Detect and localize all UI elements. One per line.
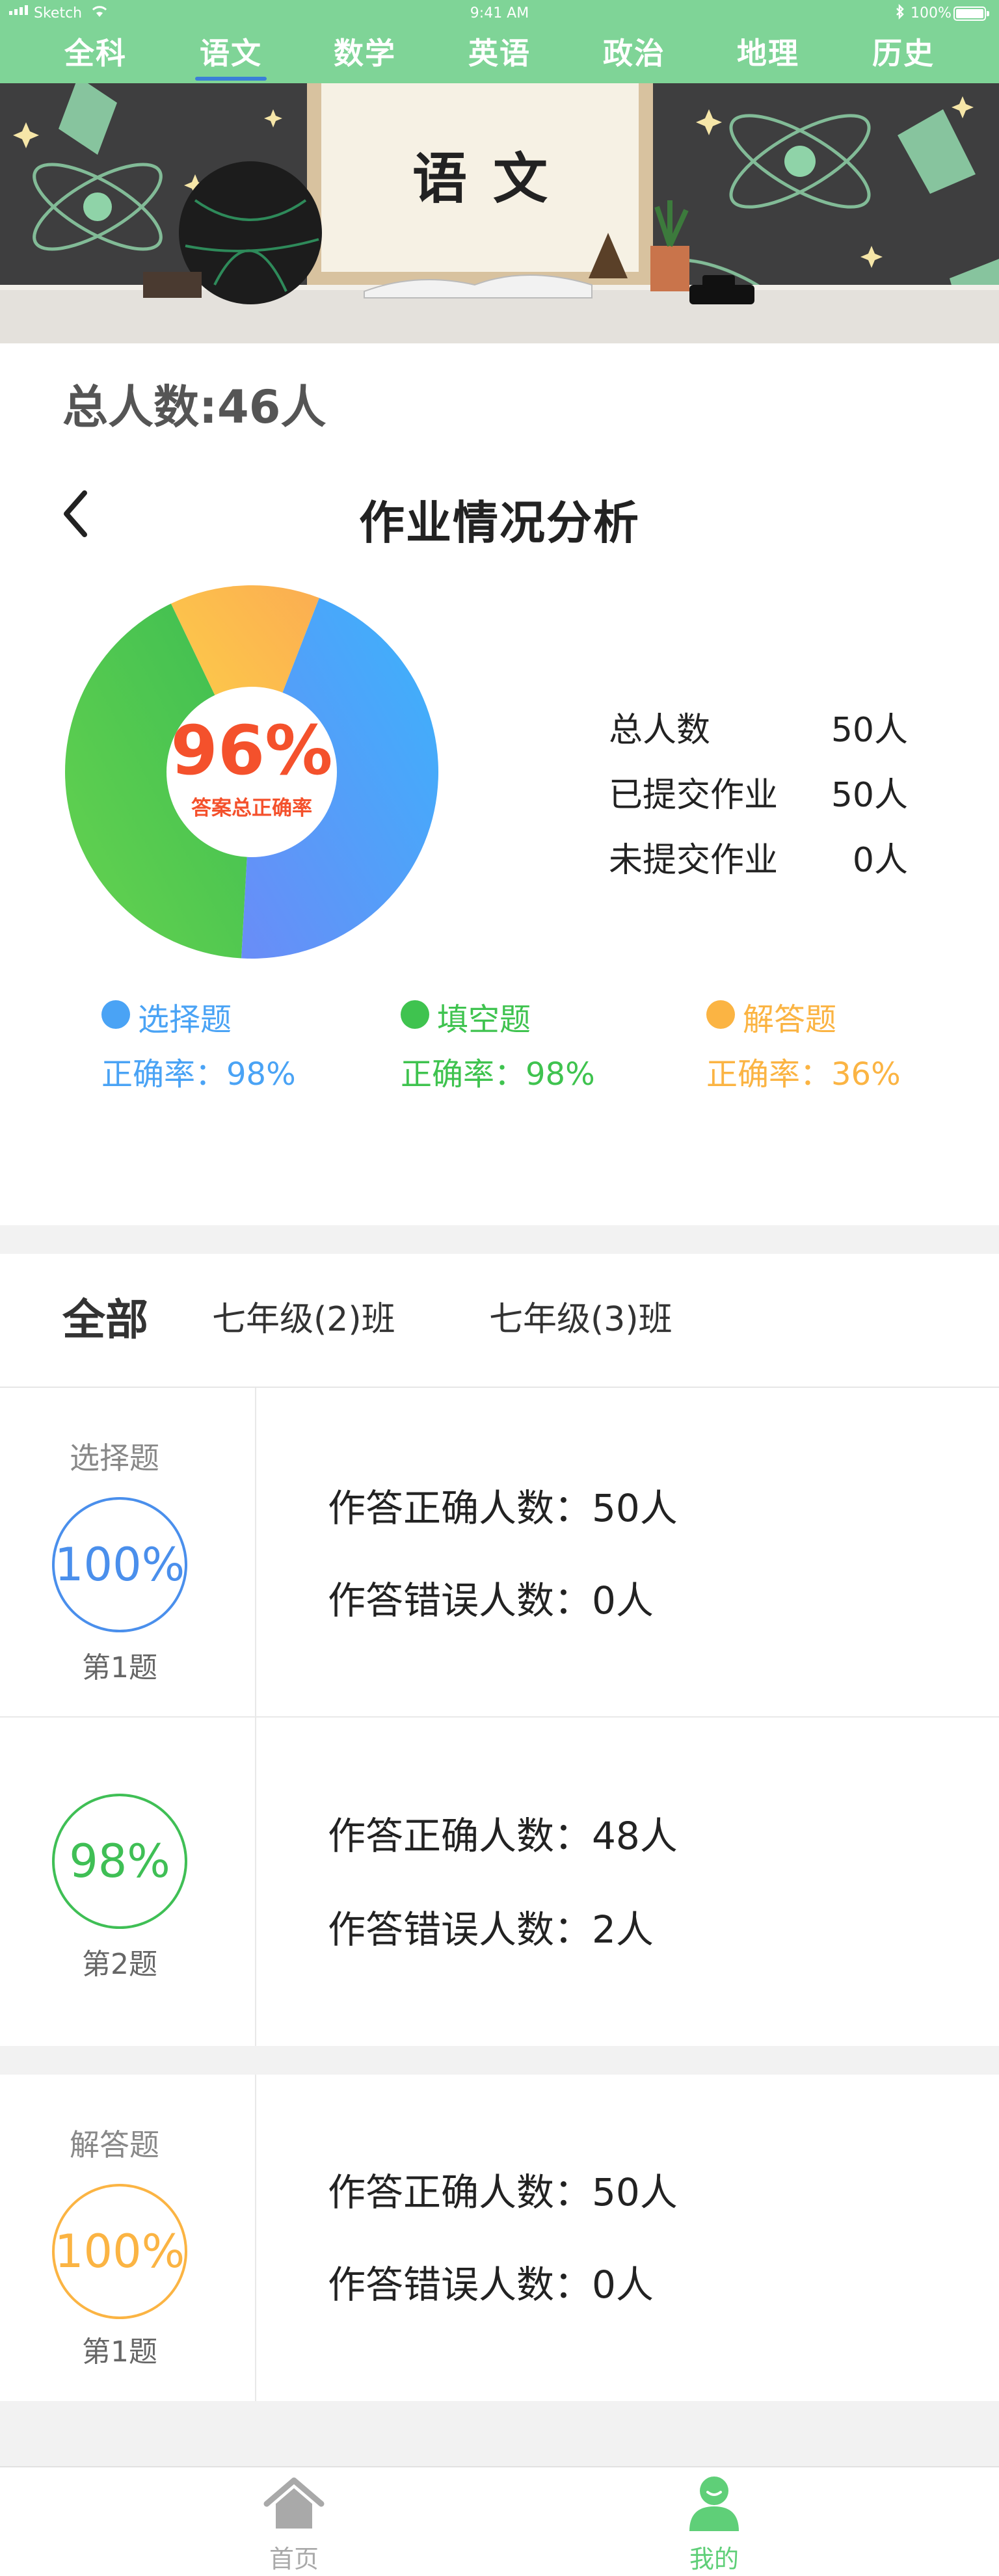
submission-stats: 总人数 50人 已提交作业 50人 未提交作业 0人: [609, 702, 908, 897]
nav-label: 我的: [689, 2545, 739, 2573]
legend-dot: [401, 1000, 429, 1029]
page-title: 作业情况分析: [359, 496, 640, 550]
tab-english[interactable]: 英语: [451, 30, 548, 73]
desk-objects-illustration: [143, 161, 754, 304]
battery-icon: [953, 7, 989, 21]
user-icon: [689, 2476, 739, 2531]
legend-dot: [706, 1000, 735, 1029]
stat-row-submitted: 已提交作业 50人: [609, 767, 908, 832]
accuracy-donut-chart: 96% 答案总正确率: [64, 585, 439, 959]
overall-accuracy-value: 96%: [170, 711, 333, 790]
tab-history[interactable]: 历史: [855, 30, 952, 73]
filter-tab-class-3[interactable]: 七年级(3)班: [489, 1292, 673, 1340]
accuracy-ring: 100%: [52, 2184, 187, 2319]
bluetooth-icon: [895, 3, 905, 23]
total-students-label: 总人数:46人: [62, 380, 326, 434]
stat-value: 50人: [831, 776, 908, 815]
wrong-count: 作答错误人数：0人: [328, 2263, 654, 2307]
donut-center: 96% 答案总正确率: [161, 680, 342, 860]
question-number: 第2题: [82, 1948, 157, 1981]
question-number: 第1题: [82, 1651, 157, 1684]
wrong-count: 作答错误人数：2人: [328, 1907, 654, 1952]
legend-rate: 正确率：98%: [101, 1056, 296, 1093]
question-type-label: 选择题: [70, 1441, 159, 1476]
nav-mine[interactable]: 我的: [649, 2467, 779, 2576]
question-group-card: 选择题 100% 第1题 作答正确人数：50人 作答错误人数：0人 98% 第2…: [0, 1388, 999, 2046]
stat-label: 未提交作业: [609, 841, 779, 880]
subject-banner: 语文: [0, 83, 999, 343]
status-time: 9:41 AM: [470, 5, 529, 21]
legend-name: 解答题: [743, 1002, 837, 1038]
correct-count: 作答正确人数：50人: [328, 1486, 678, 1530]
analysis-card: 总人数:46人 作业情况分析 96% 答案总正确率 总人数 50人 已提交作业 …: [0, 343, 999, 1225]
stat-value: 50人: [831, 711, 908, 750]
accuracy-ring: 100%: [52, 1497, 187, 1632]
question-number: 第1题: [82, 2335, 157, 2369]
correct-count: 作答正确人数：50人: [328, 2170, 678, 2214]
top-bar: Sketch 9:41 AM 100% 全科 语文 数学 英语 政治 地理 历史: [0, 0, 999, 83]
subject-tabs: 全科 语文 数学 英语 政治 地理 历史: [0, 26, 999, 83]
tab-geography[interactable]: 地理: [719, 30, 817, 73]
stat-row-total: 总人数 50人: [609, 702, 908, 767]
battery-percent: 100%: [911, 5, 952, 21]
question-group-card: 解答题 100% 第1题 作答正确人数：50人 作答错误人数：0人: [0, 2075, 999, 2401]
overall-accuracy-label: 答案总正确率: [191, 797, 312, 821]
question-type-label: 解答题: [70, 2127, 159, 2162]
accuracy-ring: 98%: [52, 1794, 187, 1929]
nav-label: 首页: [269, 2545, 319, 2573]
nav-home[interactable]: 首页: [229, 2467, 359, 2576]
bottom-navigation: 首页 我的: [0, 2466, 999, 2576]
status-bar: Sketch 9:41 AM 100%: [0, 0, 999, 26]
legend-dot: [101, 1000, 130, 1029]
legend-name: 填空题: [437, 1002, 531, 1038]
tab-math[interactable]: 数学: [316, 30, 414, 73]
legend-rate: 正确率：98%: [401, 1056, 595, 1093]
tab-politics[interactable]: 政治: [585, 30, 683, 73]
legend-name: 选择题: [138, 1002, 232, 1038]
stat-value: 0人: [852, 841, 908, 880]
home-icon: [263, 2477, 325, 2529]
stat-label: 已提交作业: [609, 776, 779, 815]
filter-tab-class-2[interactable]: 七年级(2)班: [212, 1292, 395, 1340]
stat-row-not-submitted: 未提交作业 0人: [609, 832, 908, 897]
tab-all[interactable]: 全科: [47, 30, 144, 73]
tab-chinese[interactable]: 语文: [182, 30, 280, 81]
row-divider: [0, 1716, 999, 1718]
wrong-count: 作答错误人数：0人: [328, 1578, 654, 1623]
class-filter-bar: 全部 七年级(2)班 七年级(3)班: [0, 1254, 999, 1388]
legend-rate: 正确率：36%: [706, 1056, 901, 1093]
correct-count: 作答正确人数：48人: [328, 1814, 678, 1858]
filter-tab-all[interactable]: 全部: [62, 1285, 148, 1348]
stat-label: 总人数: [609, 711, 711, 750]
